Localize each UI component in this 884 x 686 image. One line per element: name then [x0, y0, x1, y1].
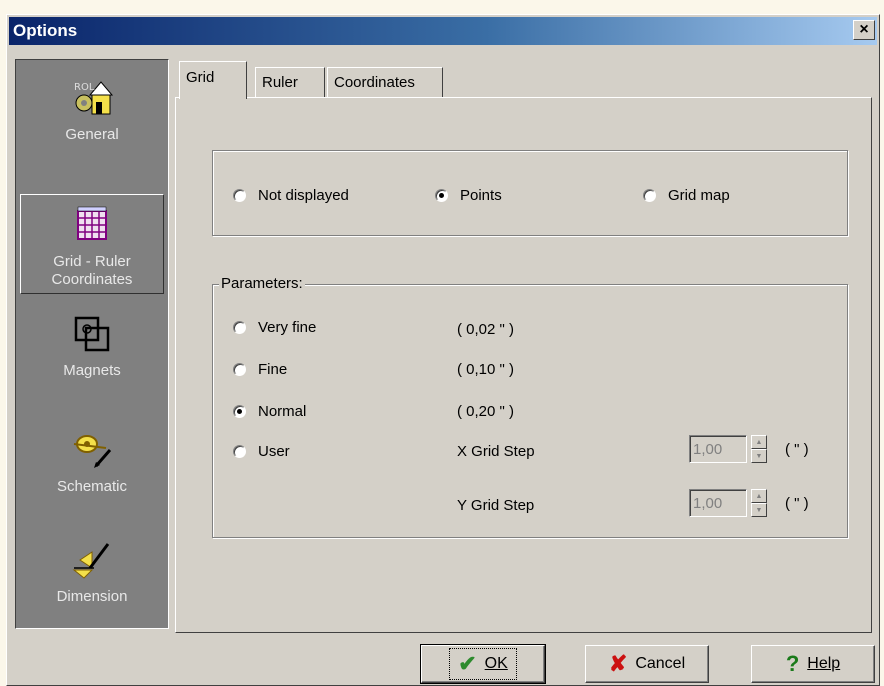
x-grid-step-label: X Grid Step: [457, 443, 535, 460]
window-title: Options: [13, 21, 78, 40]
radio-label: Very fine: [258, 319, 317, 336]
general-icon: ROL: [74, 81, 114, 115]
sidebar-item-general[interactable]: ROL General: [20, 68, 164, 168]
fine-value: ( 0,10 " ): [457, 361, 515, 378]
x-grid-step-input[interactable]: [689, 435, 747, 463]
tab-control: Grid Ruler Coordinates Not displayed Poi…: [175, 59, 872, 633]
display-mode-group: Not displayed Points Grid map: [212, 150, 848, 236]
spin-up-icon[interactable]: ▲: [751, 489, 767, 503]
ok-label: OK: [484, 655, 508, 672]
sidebar-item-schematic[interactable]: Schematic: [20, 420, 164, 520]
help-button[interactable]: ? Help: [751, 645, 875, 683]
help-label: Help: [807, 655, 841, 672]
sidebar-item-label: Grid - Ruler Coordinates: [51, 253, 133, 288]
check-icon: ✔: [458, 651, 477, 676]
sidebar-item-dimension[interactable]: Dimension: [20, 530, 164, 630]
magnet-icon: [74, 316, 110, 352]
radio-label: Fine: [258, 361, 288, 378]
close-icon: ×: [859, 21, 869, 38]
radio-points[interactable]: Points: [435, 187, 502, 204]
spin-up-icon[interactable]: ▲: [751, 435, 767, 449]
sidebar-item-label: General: [65, 126, 119, 143]
options-sidebar: ROL General Grid - Ruler Coordinates Mag…: [15, 59, 169, 629]
radio-indicator: [233, 321, 246, 334]
radio-indicator: [233, 445, 246, 458]
dimension-icon: [72, 543, 110, 579]
radio-indicator: [435, 189, 448, 202]
normal-value: ( 0,20 " ): [457, 403, 515, 420]
sidebar-item-grid-ruler[interactable]: Grid - Ruler Coordinates: [20, 194, 164, 294]
x-grid-step-unit: ( " ): [785, 441, 809, 458]
ok-focus-rect: ✔ OK: [449, 648, 517, 680]
tab-grid[interactable]: Grid: [179, 61, 247, 99]
parameters-group: Parameters: Very fine ( 0,02 " ) Fine ( …: [212, 275, 848, 538]
cancel-x-icon: ✘: [608, 651, 628, 676]
radio-label: Not displayed: [258, 187, 349, 204]
radio-indicator: [643, 189, 656, 202]
close-button[interactable]: ×: [853, 20, 875, 40]
tab-ruler[interactable]: Ruler: [255, 67, 325, 97]
sidebar-item-label: Magnets: [63, 362, 121, 379]
sidebar-item-label: Schematic: [56, 478, 128, 495]
sidebar-item-magnets[interactable]: Magnets: [20, 304, 164, 404]
cancel-button[interactable]: ✘ Cancel: [585, 645, 709, 683]
radio-label: Normal: [258, 403, 307, 420]
radio-label: Grid map: [668, 187, 730, 204]
radio-grid-map[interactable]: Grid map: [643, 187, 730, 204]
radio-not-displayed[interactable]: Not displayed: [233, 187, 349, 204]
radio-indicator: [233, 363, 246, 376]
radio-label: Points: [460, 187, 502, 204]
radio-very-fine[interactable]: Very fine: [233, 319, 316, 336]
y-grid-step-label: Y Grid Step: [457, 497, 535, 514]
radio-indicator: [233, 189, 246, 202]
x-grid-step-spinner[interactable]: ▲ ▼: [751, 435, 767, 463]
very-fine-value: ( 0,02 " ): [457, 321, 515, 338]
cancel-label: Cancel: [635, 655, 686, 672]
grid-icon: [77, 206, 107, 240]
parameters-legend: Parameters:: [219, 275, 305, 292]
sidebar-item-label: Dimension: [56, 588, 128, 605]
spin-down-icon[interactable]: ▼: [751, 449, 767, 463]
tab-label: Coordinates: [334, 74, 415, 91]
tab-label: Ruler: [262, 74, 298, 91]
y-grid-step-input[interactable]: [689, 489, 747, 517]
title-bar[interactable]: Options ×: [9, 17, 877, 45]
tab-label: Grid: [186, 69, 215, 86]
radio-label: User: [258, 443, 290, 460]
spin-down-icon[interactable]: ▼: [751, 503, 767, 517]
svg-text:ROL: ROL: [74, 82, 95, 93]
radio-normal[interactable]: Normal: [233, 403, 306, 420]
help-question-icon: ?: [785, 651, 800, 676]
radio-indicator: [233, 405, 246, 418]
tab-coordinates[interactable]: Coordinates: [327, 67, 443, 97]
radio-user[interactable]: User: [233, 443, 290, 460]
schematic-icon: [73, 435, 112, 468]
y-grid-step-spinner[interactable]: ▲ ▼: [751, 489, 767, 517]
y-grid-step-unit: ( " ): [785, 495, 809, 512]
options-dialog: Options × ROL General Grid - Ruler Coord…: [6, 14, 880, 686]
grid-tab-panel: Not displayed Points Grid map Parameters…: [175, 97, 872, 633]
radio-fine[interactable]: Fine: [233, 361, 287, 378]
ok-button[interactable]: ✔ OK: [420, 644, 546, 684]
